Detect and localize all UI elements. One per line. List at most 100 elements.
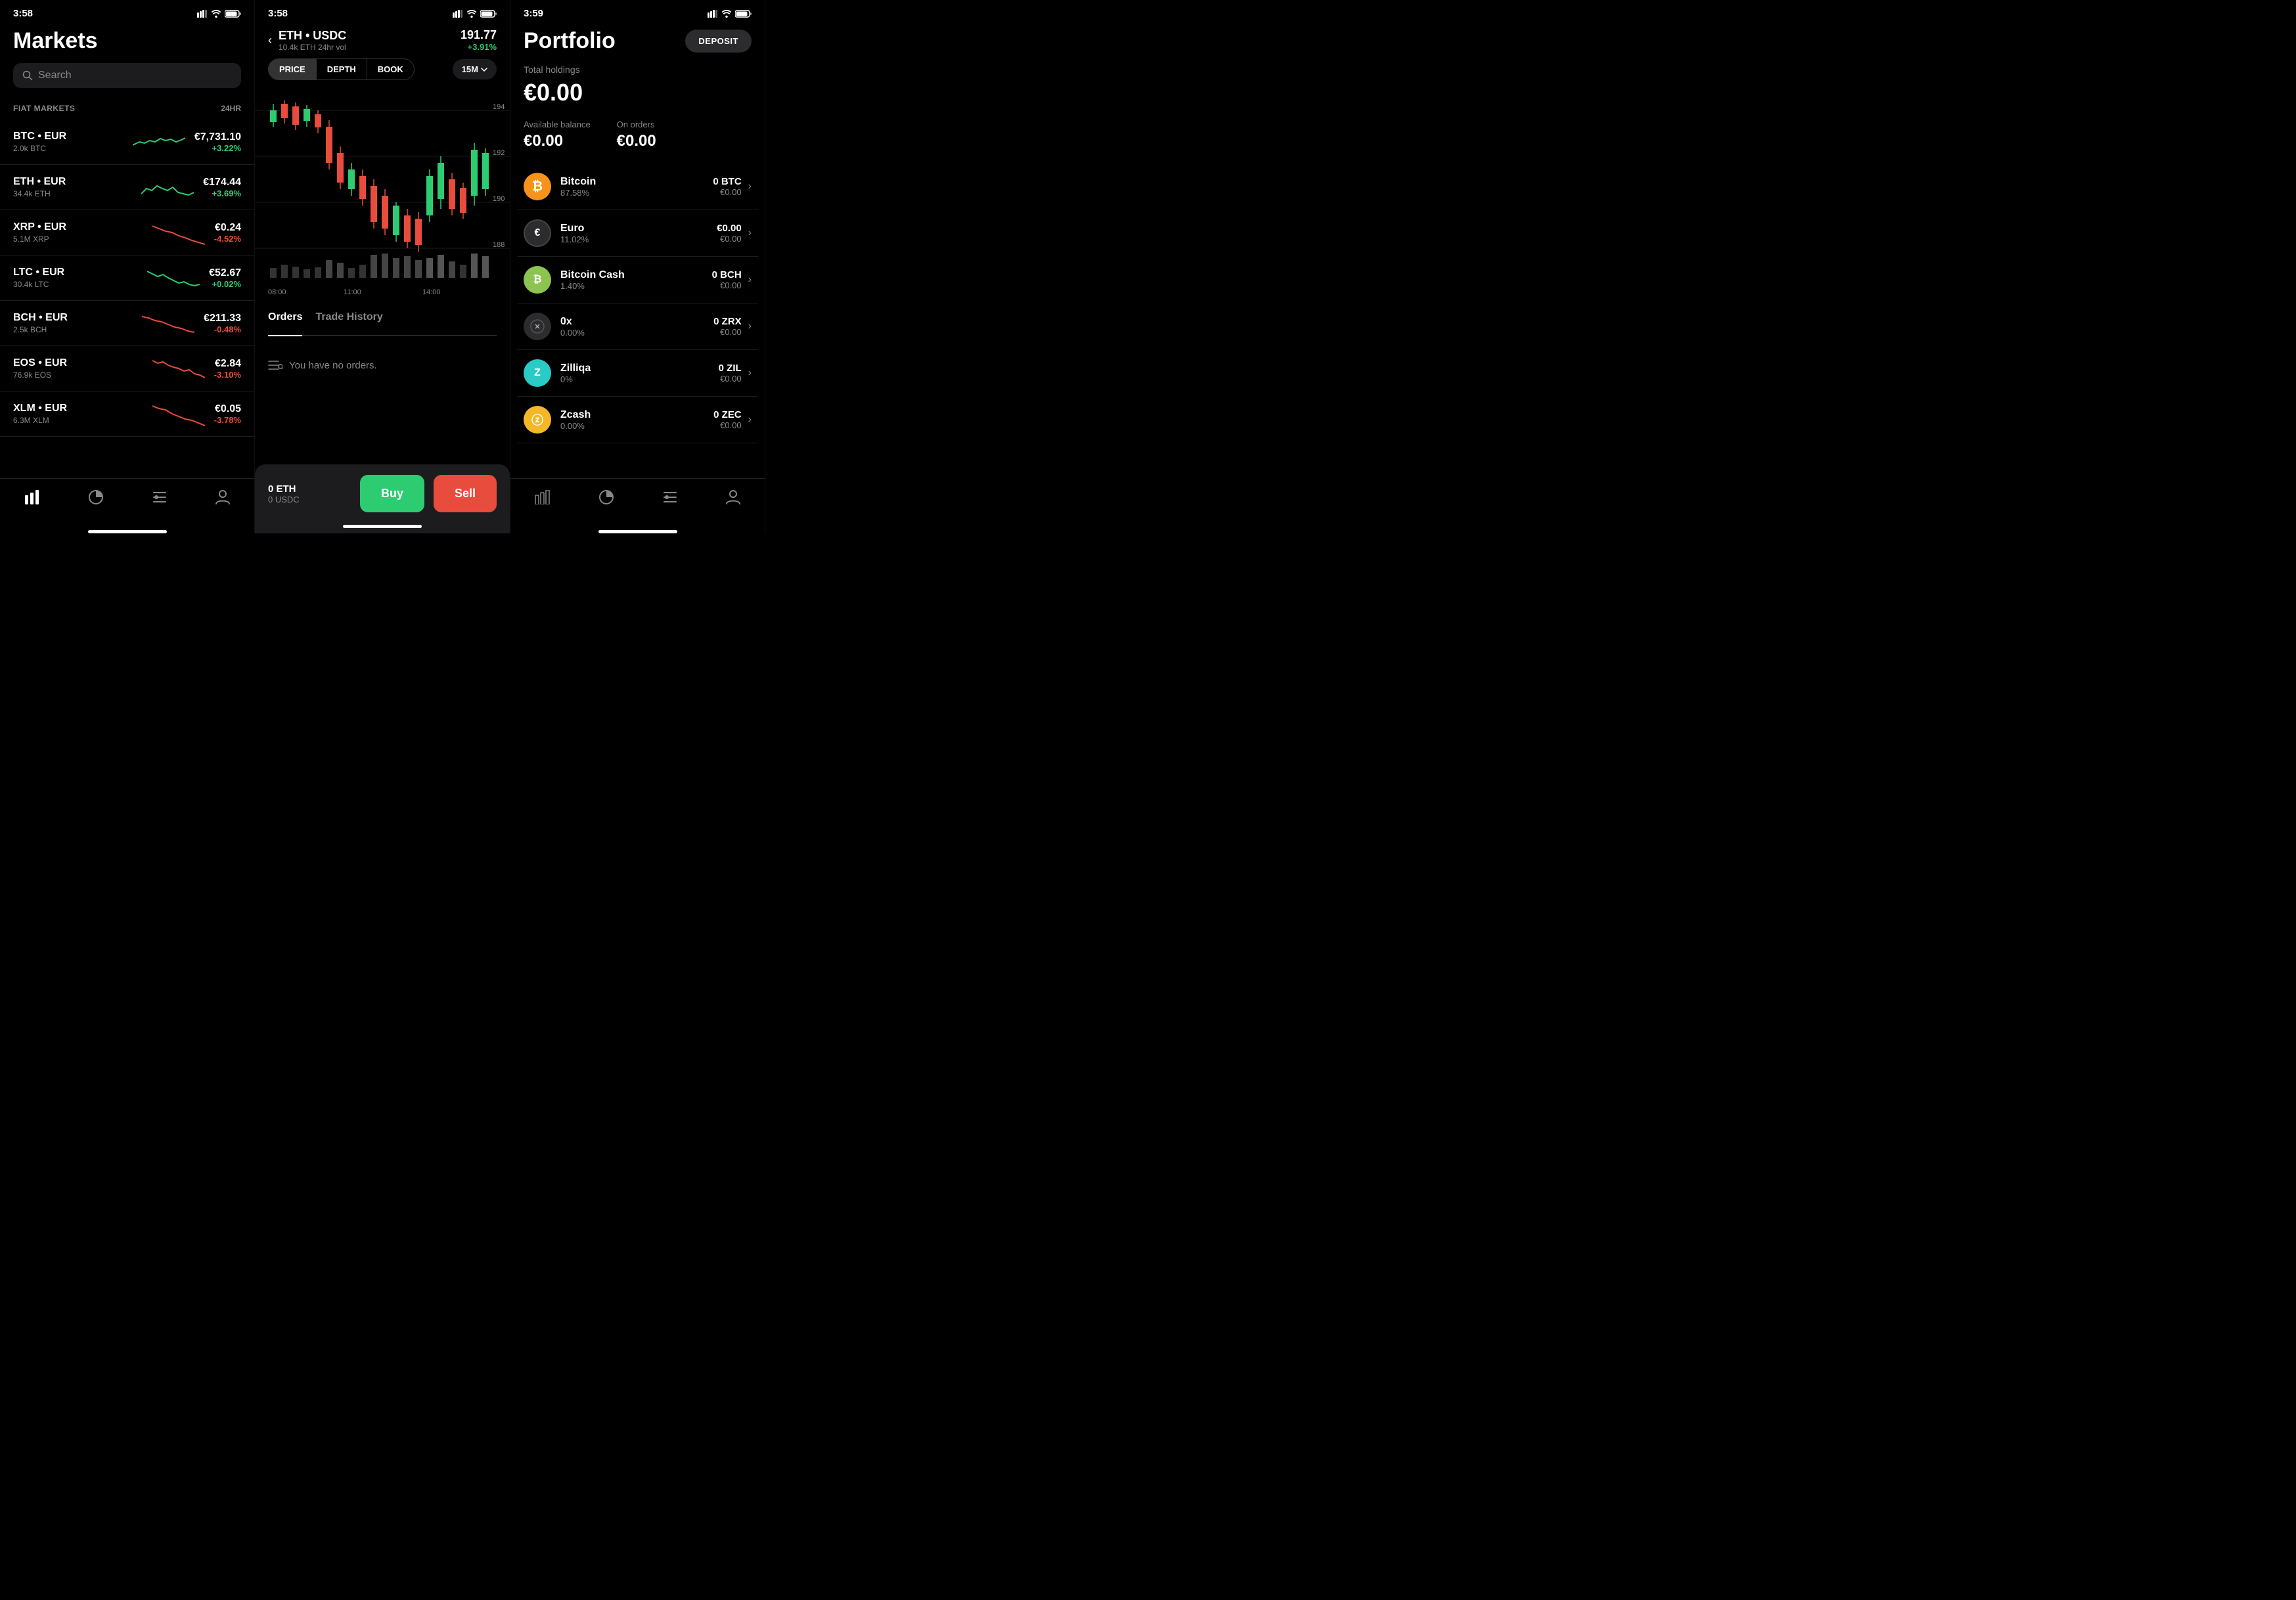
orders-tabs: Orders Trade History: [268, 311, 497, 336]
chart-etheur: [141, 174, 194, 200]
sell-button[interactable]: Sell: [434, 475, 497, 512]
tab-trade-history[interactable]: Trade History: [315, 311, 382, 328]
on-orders-value: €0.00: [617, 132, 656, 150]
zec-pct: 0.00%: [560, 421, 713, 431]
nav-markets-port[interactable]: [535, 490, 551, 504]
deposit-button[interactable]: DEPOSIT: [685, 30, 752, 53]
tab-depth[interactable]: DEPTH: [317, 58, 367, 80]
zec-chevron-icon: ›: [748, 414, 752, 426]
market-item-btceur[interactable]: BTC • EUR 2.0k BTC €7,731.10 +3.22%: [0, 120, 254, 165]
asset-zil[interactable]: Z Zilliqa 0% 0 ZIL €0.00 ›: [517, 350, 758, 397]
market-item-bcheur[interactable]: BCH • EUR 2.5k BCH €211.33 -0.48%: [0, 301, 254, 346]
zil-name: Zilliqa: [560, 363, 719, 374]
asset-euro[interactable]: € Euro 11.02% €0.00 €0.00 ›: [517, 210, 758, 257]
change-xrpeur: -4.52%: [214, 234, 241, 244]
chart-tabs: PRICE DEPTH BOOK 15M: [268, 58, 497, 80]
bottom-nav-portfolio: [510, 478, 765, 523]
pair-btceur: BTC • EUR: [13, 131, 124, 143]
status-bar-portfolio: 3:59: [510, 0, 765, 23]
chart-change: +3.91%: [461, 42, 497, 52]
change-ltceur: +0.02%: [209, 279, 241, 289]
vol-bcheur: 2.5k BCH: [13, 325, 133, 334]
zil-amount: 0 ZIL: [719, 363, 742, 374]
buy-button[interactable]: Buy: [360, 475, 424, 512]
market-item-etheur[interactable]: ETH • EUR 34.4k ETH €174.44 +3.69%: [0, 165, 254, 210]
total-holdings-label: Total holdings: [524, 64, 752, 75]
timeframe-value: 15M: [462, 64, 478, 74]
asset-bitcoin[interactable]: ₿ Bitcoin 87.58% 0 BTC €0.00 ›: [517, 164, 758, 210]
zil-icon: Z: [524, 359, 551, 387]
timeframe-selector[interactable]: 15M: [453, 59, 497, 79]
tab-orders[interactable]: Orders: [268, 311, 302, 336]
market-item-eoseur[interactable]: EOS • EUR 76.9k EOS €2.84 -3.10%: [0, 346, 254, 391]
price-eoseur: €2.84: [214, 358, 241, 370]
zrx-chevron-icon: ›: [748, 321, 752, 332]
chart-xlmeur: [152, 401, 205, 427]
zec-icon: ⓩ: [524, 406, 551, 433]
status-bar-chart: 3:58: [255, 0, 510, 23]
price-btceur: €7,731.10: [194, 131, 241, 143]
24hr-label: 24HR: [221, 104, 241, 113]
zrx-amount: 0 ZRX: [713, 316, 742, 327]
market-item-xrpeur[interactable]: XRP • EUR 5.1M XRP €0.24 -4.52%: [0, 210, 254, 256]
euro-name: Euro: [560, 223, 717, 234]
time-markets: 3:58: [13, 8, 33, 19]
nav-orders-port[interactable]: [662, 490, 678, 504]
bch-name: Bitcoin Cash: [560, 269, 712, 281]
chart-eoseur: [152, 355, 205, 382]
available-balance-value: €0.00: [524, 132, 591, 150]
svg-text:188: 188: [493, 241, 505, 249]
chart-ltceur: [147, 265, 200, 291]
market-item-xlmeur[interactable]: XLM • EUR 6.3M XLM €0.05 -3.78%: [0, 391, 254, 437]
vol-ltceur: 30.4k LTC: [13, 280, 138, 289]
chart-price: 191.77: [461, 28, 497, 42]
euro-chevron-icon: ›: [748, 227, 752, 239]
market-list: BTC • EUR 2.0k BTC €7,731.10 +3.22% ETH …: [0, 120, 254, 437]
market-item-ltceur[interactable]: LTC • EUR 30.4k LTC €52.67 +0.02%: [0, 256, 254, 301]
nav-account[interactable]: [215, 489, 230, 505]
bitcoin-name: Bitcoin: [560, 176, 713, 188]
asset-zrx[interactable]: ✕ 0x 0.00% 0 ZRX €0.00 ›: [517, 303, 758, 350]
search-bar[interactable]: Search: [13, 63, 241, 88]
pair-ltceur: LTC • EUR: [13, 267, 138, 278]
tab-book[interactable]: BOOK: [367, 58, 415, 80]
asset-zec[interactable]: ⓩ Zcash 0.00% 0 ZEC €0.00 ›: [517, 397, 758, 443]
total-holdings-value: €0.00: [524, 79, 752, 106]
status-icons-markets: [197, 10, 241, 18]
svg-text:11:00: 11:00: [344, 288, 361, 296]
portfolio-panel: 3:59 Portfolio DEPOSIT Total holdings €0…: [510, 0, 765, 533]
zrx-pct: 0.00%: [560, 328, 713, 338]
status-bar-markets: 3:58: [0, 0, 254, 23]
pair-bcheur: BCH • EUR: [13, 312, 133, 324]
bch-eur: €0.00: [712, 280, 742, 290]
back-button[interactable]: ‹: [268, 33, 272, 47]
markets-header: Markets Search: [0, 23, 254, 104]
nav-portfolio[interactable]: [88, 489, 104, 505]
pair-etheur: ETH • EUR: [13, 176, 132, 188]
asset-bch[interactable]: ₿ Bitcoin Cash 1.40% 0 BCH €0.00 ›: [517, 257, 758, 303]
nav-portfolio-port[interactable]: [598, 489, 614, 505]
vol-eoseur: 76.9k EOS: [13, 370, 143, 380]
bch-icon: ₿: [524, 266, 551, 294]
pair-xlmeur: XLM • EUR: [13, 403, 143, 414]
empty-orders-text: You have no orders.: [289, 360, 377, 371]
search-placeholder: Search: [38, 70, 72, 81]
home-indicator-1: [88, 530, 167, 533]
chart-xrpeur: [152, 219, 205, 246]
svg-text:✕: ✕: [534, 323, 540, 331]
svg-text:14:00: 14:00: [422, 288, 441, 296]
zec-name: Zcash: [560, 409, 713, 421]
nav-account-port[interactable]: [726, 489, 740, 505]
bch-amount: 0 BCH: [712, 269, 742, 280]
nav-markets[interactable]: [24, 490, 40, 504]
available-balance-label: Available balance: [524, 120, 591, 129]
vol-btceur: 2.0k BTC: [13, 144, 124, 153]
zil-pct: 0%: [560, 374, 719, 384]
nav-orders[interactable]: [152, 490, 168, 504]
portfolio-header: Portfolio DEPOSIT: [510, 23, 765, 64]
zec-amount: 0 ZEC: [713, 409, 742, 420]
status-icons-portfolio: [708, 10, 752, 18]
tab-price[interactable]: PRICE: [268, 58, 317, 80]
change-eoseur: -3.10%: [214, 370, 241, 380]
bitcoin-eur: €0.00: [713, 187, 741, 197]
